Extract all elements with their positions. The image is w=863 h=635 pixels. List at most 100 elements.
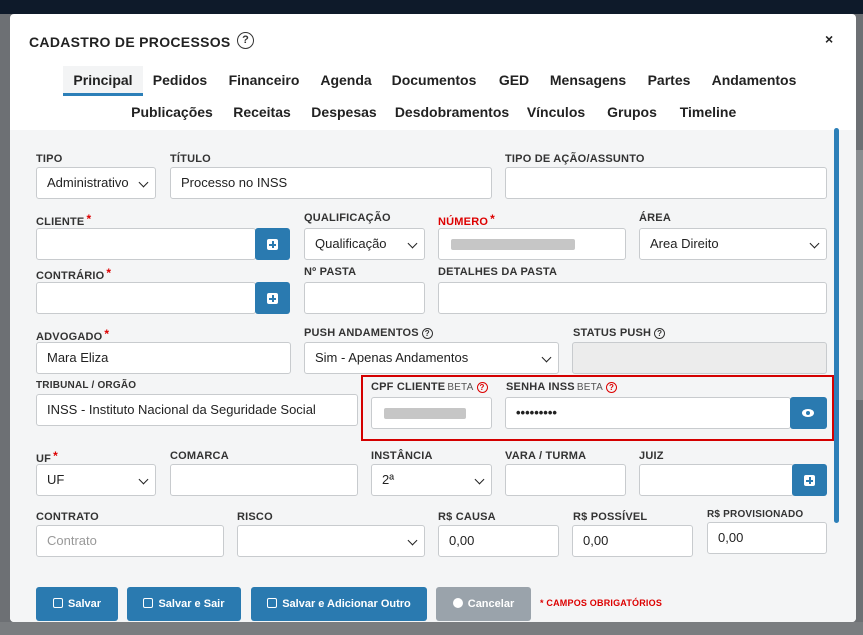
tabs-row-2: Publicações Receitas Despesas Desdobrame…	[10, 98, 856, 126]
status-push-field	[572, 342, 827, 374]
save-icon	[52, 598, 63, 608]
backdrop-right-edge	[856, 150, 863, 400]
area-select[interactable]: Area Direito	[639, 228, 827, 260]
numero-input[interactable]	[438, 228, 626, 260]
required-marker: *	[490, 212, 495, 226]
tab-despesas[interactable]: Despesas	[310, 98, 378, 128]
rs-provisionado-label: R$ PROVISIONADO	[707, 509, 804, 520]
tab-mensagens[interactable]: Mensagens	[548, 66, 628, 96]
tab-principal[interactable]: Principal	[63, 66, 143, 96]
save-icon	[143, 598, 154, 608]
risco-label: RISCO	[237, 511, 273, 523]
cancel-icon	[452, 598, 463, 608]
senha-inss-label: SENHA INSS BETA?	[506, 381, 618, 393]
plus-icon	[804, 475, 815, 486]
cliente-label: CLIENTE *	[36, 212, 91, 228]
juiz-input[interactable]	[639, 464, 794, 496]
redacted-value	[384, 408, 466, 419]
contrato-label: CONTRATO	[36, 511, 99, 523]
qualificacao-label: QUALIFICAÇÃO	[304, 212, 391, 224]
tab-ged[interactable]: GED	[494, 66, 534, 96]
cpf-cliente-input[interactable]	[371, 397, 492, 429]
push-andamentos-label-text: PUSH ANDAMENTOS	[304, 327, 419, 339]
rs-causa-input[interactable]: 0,00	[438, 525, 559, 557]
area-label: ÁREA	[639, 212, 671, 224]
tribunal-input[interactable]: INSS - Instituto Nacional da Seguridade …	[36, 394, 358, 426]
salvar-sair-button-label: Salvar e Sair	[158, 598, 225, 610]
scrollbar[interactable]	[834, 128, 839, 523]
tipo-acao-input[interactable]	[505, 167, 827, 199]
required-marker: *	[104, 327, 110, 341]
push-andamentos-select[interactable]: Sim - Apenas Andamentos	[304, 342, 559, 374]
comarca-label: COMARCA	[170, 450, 229, 462]
help-icon[interactable]: ?	[421, 328, 433, 339]
help-icon[interactable]: ?	[654, 328, 666, 339]
tab-grupos[interactable]: Grupos	[604, 98, 660, 128]
tab-receitas[interactable]: Receitas	[230, 98, 294, 128]
modal-header: CADASTRO DE PROCESSOS ? ×	[10, 14, 856, 68]
modal-title: CADASTRO DE PROCESSOS	[29, 34, 231, 50]
tab-vinculos[interactable]: Vínculos	[524, 98, 588, 128]
senha-inss-input[interactable]: •••••••••	[505, 397, 791, 429]
help-icon[interactable]: ?	[606, 382, 618, 393]
qualificacao-select[interactable]: Qualificação	[304, 228, 425, 260]
push-andamentos-label: PUSH ANDAMENTOS?	[304, 327, 433, 339]
advogado-label: ADVOGADO *	[36, 327, 109, 343]
titulo-input[interactable]: Processo no INSS	[170, 167, 492, 199]
tab-desdobramentos[interactable]: Desdobramentos	[394, 98, 510, 128]
salvar-button-label: Salvar	[67, 598, 102, 610]
add-cliente-button[interactable]	[255, 228, 290, 260]
add-juiz-button[interactable]	[792, 464, 827, 496]
rs-possivel-input[interactable]: 0,00	[572, 525, 693, 557]
uf-select[interactable]: UF	[36, 464, 156, 496]
add-contrario-button[interactable]	[255, 282, 290, 314]
help-icon[interactable]: ?	[476, 382, 488, 393]
tabs-row-1: Principal Pedidos Financeiro Agenda Docu…	[10, 66, 856, 96]
salvar-button[interactable]: Salvar	[36, 587, 118, 621]
advogado-input[interactable]: Mara Eliza	[36, 342, 291, 374]
instancia-select[interactable]: 2ª	[371, 464, 492, 496]
vara-turma-input[interactable]	[505, 464, 626, 496]
eye-icon	[802, 409, 814, 417]
numero-label: NÚMERO *	[438, 212, 495, 228]
salvar-adicionar-button[interactable]: Salvar e Adicionar Outro	[251, 587, 427, 621]
close-icon[interactable]: ×	[825, 31, 833, 47]
required-fields-note: * CAMPOS OBRIGATÓRIOS	[540, 598, 663, 608]
rs-provisionado-input[interactable]: 0,00	[707, 522, 827, 554]
comarca-input[interactable]	[170, 464, 358, 496]
salvar-sair-button[interactable]: Salvar e Sair	[127, 587, 241, 621]
cliente-label-text: CLIENTE	[36, 216, 85, 228]
detalhes-pasta-input[interactable]	[438, 282, 827, 314]
tab-andamentos[interactable]: Andamentos	[710, 66, 798, 96]
required-marker: *	[86, 212, 92, 226]
save-icon	[267, 598, 278, 608]
tab-publicacoes[interactable]: Publicações	[130, 98, 214, 128]
risco-select[interactable]	[237, 525, 425, 557]
rs-causa-label: R$ CAUSA	[438, 511, 496, 523]
tab-timeline[interactable]: Timeline	[676, 98, 740, 128]
beta-badge: BETA	[576, 382, 604, 393]
show-password-button[interactable]	[790, 397, 827, 429]
contrato-input[interactable]: Contrato	[36, 525, 224, 557]
detalhes-pasta-label: DETALHES DA PASTA	[438, 266, 558, 278]
contrario-input[interactable]	[36, 282, 256, 314]
titulo-label: TÍTULO	[170, 153, 211, 165]
tab-documentos[interactable]: Documentos	[390, 66, 478, 96]
tab-partes[interactable]: Partes	[644, 66, 694, 96]
salvar-adicionar-button-label: Salvar e Adicionar Outro	[282, 598, 411, 610]
cancelar-button[interactable]: Cancelar	[436, 587, 531, 621]
tab-financeiro[interactable]: Financeiro	[226, 66, 302, 96]
vara-turma-label: VARA / TURMA	[505, 450, 587, 462]
help-icon[interactable]: ?	[237, 32, 254, 49]
tipo-select[interactable]: Administrativo	[36, 167, 156, 199]
tab-pedidos[interactable]: Pedidos	[150, 66, 210, 96]
status-push-label-text: STATUS PUSH	[573, 327, 652, 339]
plus-icon	[267, 293, 278, 304]
contrario-label-text: CONTRÁRIO	[36, 270, 105, 282]
tab-agenda[interactable]: Agenda	[318, 66, 374, 96]
redacted-value	[451, 239, 575, 250]
status-push-label: STATUS PUSH?	[573, 327, 666, 339]
n-pasta-input[interactable]	[304, 282, 425, 314]
juiz-label: JUIZ	[639, 450, 664, 462]
cliente-input[interactable]	[36, 228, 256, 260]
